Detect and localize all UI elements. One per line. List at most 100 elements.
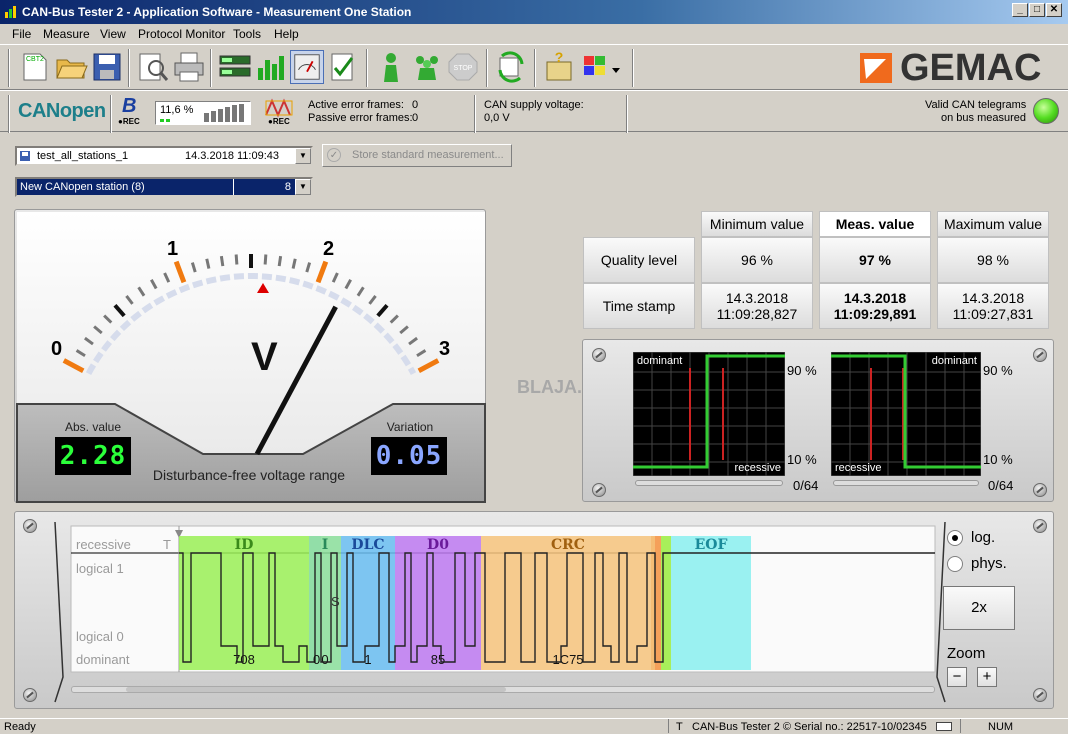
chevron-down-icon[interactable]: ▼: [295, 179, 311, 195]
scope-right-dominant: dominant: [932, 355, 977, 367]
gauge-label-0: 0: [51, 338, 62, 360]
timestamp-meas: 14.3.2018 11:09:29,891: [819, 283, 931, 329]
gauge-tick: [263, 254, 268, 265]
supply-voltage-value: 0,0 V: [484, 112, 510, 124]
station-list-icon[interactable]: [218, 50, 252, 84]
toolbar-separator: [474, 95, 476, 133]
gauge-label-2: 2: [323, 238, 334, 260]
phys-label: phys.: [971, 555, 1007, 572]
toolbar-separator: [486, 49, 488, 87]
status-info: CAN-Bus Tester 2 © Serial no.: 22517-10/…: [692, 721, 927, 733]
gauge-tick: [219, 255, 225, 267]
refresh-icon[interactable]: [494, 50, 528, 84]
toolbar-separator: [210, 49, 212, 87]
menu-measure[interactable]: Measure: [43, 27, 90, 41]
passive-error-label: Passive error frames:: [308, 112, 413, 124]
protocol-scroll-thumb[interactable]: [126, 687, 506, 692]
passive-error-value: 0: [412, 112, 419, 124]
status-num: NUM: [988, 721, 1014, 733]
toolbar-separator: [8, 95, 10, 133]
status-ready: Ready: [4, 721, 36, 733]
windows-icon[interactable]: [580, 50, 624, 84]
screw-icon: [592, 483, 606, 497]
zoom-factor-button[interactable]: 2x: [943, 586, 1015, 630]
log-label: log.: [971, 529, 996, 546]
bus-load-bars: [160, 104, 244, 122]
menu-help[interactable]: Help: [274, 27, 299, 41]
zoom-out-button[interactable]: −: [947, 667, 967, 687]
gauge-label-1: 1: [167, 238, 178, 260]
station-highlight: New CANopen station (8) 8: [17, 179, 295, 195]
phys-radio[interactable]: [947, 556, 963, 572]
screw-icon: [592, 348, 606, 362]
screw-icon: [1033, 348, 1047, 362]
header-max: Maximum value: [937, 211, 1049, 237]
range-text: Disturbance-free voltage range: [153, 467, 345, 483]
screw-icon: [1033, 483, 1047, 497]
menu-file[interactable]: File: [12, 27, 31, 41]
log-radio[interactable]: [947, 530, 963, 546]
rec-indicator: ●REC: [118, 117, 140, 126]
store-measurement-button[interactable]: ✓ Store standard measurement...: [322, 144, 512, 167]
help-icon[interactable]: ?: [542, 50, 576, 84]
gemac-logo-icon: [860, 53, 892, 83]
zoom-in-button[interactable]: +: [977, 667, 997, 687]
person-icon[interactable]: [374, 50, 408, 84]
protocol-field-value: 1C75: [552, 652, 583, 667]
scope-right-slider[interactable]: [833, 480, 979, 486]
store-measurement-label: Store standard measurement...: [352, 149, 504, 161]
group-icon[interactable]: [410, 50, 444, 84]
supply-voltage-label: CAN supply voltage:: [484, 99, 584, 111]
variation-display: 0.05: [371, 437, 447, 475]
quality-min: 96 %: [701, 237, 813, 283]
protocol-field-d0: [395, 536, 481, 670]
error-frames-icon[interactable]: [264, 97, 296, 119]
row-label-timestamp: Time stamp: [583, 283, 695, 329]
stop-icon[interactable]: STOP: [446, 50, 480, 84]
scope-left-slider[interactable]: [635, 480, 783, 486]
save-icon[interactable]: [90, 50, 124, 84]
chevron-down-icon[interactable]: ▼: [295, 148, 311, 164]
station-select[interactable]: New CANopen station (8) 8 ▼: [15, 177, 313, 197]
scope-right-recessive: recessive: [835, 462, 881, 474]
bus-b-icon[interactable]: B: [122, 95, 136, 118]
toolbar-separator: [110, 95, 112, 133]
valid-telegrams-line1: Valid CAN telegrams: [925, 99, 1027, 111]
protocol-field-name: I: [322, 537, 329, 553]
protocol-field-name: DLC: [351, 537, 384, 553]
minimize-button[interactable]: _: [1012, 3, 1028, 17]
protocol-field-value: 0: [321, 652, 328, 667]
gemac-logo: GEMAC: [900, 47, 1042, 89]
row-label-quality: Quality level: [583, 237, 695, 283]
scope-left-bottom-pct: 10 %: [787, 452, 817, 467]
menu-protocol-monitor[interactable]: Protocol Monitor: [138, 27, 225, 41]
close-button[interactable]: ✕: [1046, 3, 1062, 17]
active-error-label: Active error frames:: [308, 99, 404, 111]
maximize-button[interactable]: □: [1029, 3, 1045, 17]
station-id: 8: [284, 181, 291, 193]
voltmeter-icon[interactable]: [290, 50, 324, 84]
svg-text:?: ?: [555, 50, 564, 65]
quality-meas: 97 %: [819, 237, 931, 283]
scope-left-top-pct: 90 %: [787, 363, 817, 378]
print-icon[interactable]: [172, 50, 206, 84]
print-preview-icon[interactable]: [136, 50, 170, 84]
station-name: New CANopen station (8): [20, 181, 145, 193]
protocol-scrollbar[interactable]: [71, 686, 935, 693]
menu-tools[interactable]: Tools: [233, 27, 261, 41]
measurement-datetime: 14.3.2018 11:09:43: [185, 150, 279, 162]
active-error-value: 0: [412, 99, 419, 111]
menu-view[interactable]: View: [100, 27, 126, 41]
measurement-select[interactable]: test_all_stations_1 14.3.2018 11:09:43 ▼: [15, 146, 313, 166]
signal-check-icon[interactable]: [326, 50, 360, 84]
bar-chart-icon[interactable]: [254, 50, 288, 84]
open-folder-icon[interactable]: [54, 50, 88, 84]
new-file-icon[interactable]: CBT2: [18, 50, 52, 84]
protocol-field-name: D0: [427, 537, 449, 553]
protocol-field-name: ID: [235, 537, 254, 553]
svg-text:CBT2: CBT2: [26, 56, 44, 63]
menu-bar: File Measure View Protocol Monitor Tools…: [0, 24, 1068, 44]
scope-left: dominant recessive: [633, 352, 785, 476]
label-dominant: dominant: [76, 652, 130, 667]
valid-telegrams-line2: on bus measured: [941, 112, 1026, 124]
